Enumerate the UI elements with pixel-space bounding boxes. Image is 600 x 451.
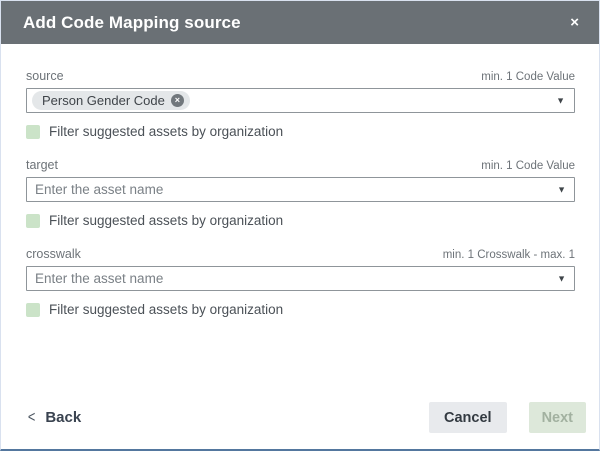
dialog-title: Add Code Mapping source <box>23 13 570 33</box>
dialog-body: source min. 1 Code Value Person Gender C… <box>1 44 599 402</box>
crosswalk-filter-label: Filter suggested assets by organization <box>49 302 283 317</box>
dialog-footer: < Back Cancel Next <box>1 402 599 449</box>
source-filter-label: Filter suggested assets by organization <box>49 124 283 139</box>
crosswalk-filter-checkbox[interactable] <box>26 303 40 317</box>
target-filter-label: Filter suggested assets by organization <box>49 213 283 228</box>
source-filter-checkbox[interactable] <box>26 125 40 139</box>
source-hint: min. 1 Code Value <box>481 71 575 83</box>
section-crosswalk: crosswalk min. 1 Crosswalk - max. 1 ▼ Fi… <box>26 247 575 317</box>
target-combobox: ▼ <box>26 177 575 202</box>
source-label-row: source min. 1 Code Value <box>26 69 575 83</box>
chevron-left-icon: < <box>28 410 35 426</box>
section-target: target min. 1 Code Value ▼ Filter sugges… <box>26 158 575 228</box>
target-filter-row: Filter suggested assets by organization <box>26 213 575 228</box>
chevron-down-icon[interactable]: ▼ <box>557 274 566 283</box>
chip-remove-icon[interactable]: × <box>171 94 184 107</box>
target-hint: min. 1 Code Value <box>481 160 575 172</box>
source-label: source <box>26 69 64 83</box>
source-chip-label: Person Gender Code <box>42 93 165 108</box>
add-code-mapping-source-dialog: Add Code Mapping source × source min. 1 … <box>0 0 600 451</box>
section-source: source min. 1 Code Value Person Gender C… <box>26 69 575 139</box>
close-icon[interactable]: × <box>570 15 579 30</box>
back-label: Back <box>45 409 81 426</box>
target-asset-input[interactable] <box>26 177 575 202</box>
back-button[interactable]: < Back <box>27 409 81 426</box>
next-button[interactable]: Next <box>529 402 586 433</box>
crosswalk-filter-row: Filter suggested assets by organization <box>26 302 575 317</box>
target-filter-checkbox[interactable] <box>26 214 40 228</box>
target-label-row: target min. 1 Code Value <box>26 158 575 172</box>
cancel-button[interactable]: Cancel <box>429 402 507 433</box>
source-chip: Person Gender Code × <box>32 91 190 110</box>
crosswalk-label: crosswalk <box>26 247 81 261</box>
chevron-down-icon[interactable]: ▼ <box>557 185 566 194</box>
source-combobox[interactable]: Person Gender Code × ▼ <box>26 88 575 113</box>
chevron-down-icon[interactable]: ▼ <box>556 96 565 105</box>
crosswalk-asset-input[interactable] <box>26 266 575 291</box>
target-label: target <box>26 158 58 172</box>
source-filter-row: Filter suggested assets by organization <box>26 124 575 139</box>
crosswalk-combobox: ▼ <box>26 266 575 291</box>
crosswalk-label-row: crosswalk min. 1 Crosswalk - max. 1 <box>26 247 575 261</box>
dialog-header: Add Code Mapping source × <box>1 1 599 44</box>
crosswalk-hint: min. 1 Crosswalk - max. 1 <box>443 249 575 261</box>
